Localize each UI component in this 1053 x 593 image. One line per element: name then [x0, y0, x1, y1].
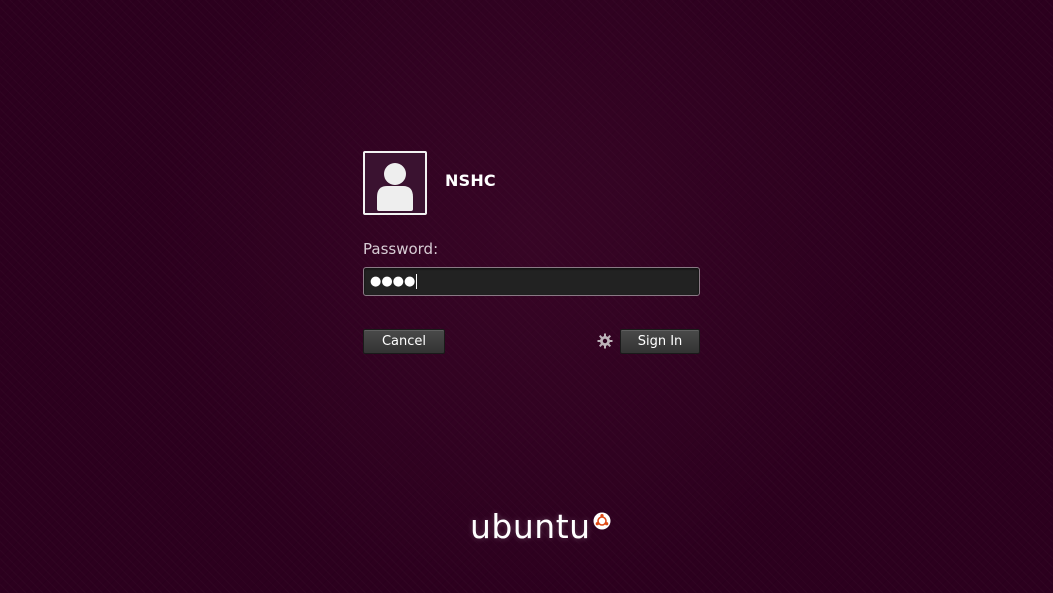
- sign-in-button[interactable]: Sign In: [620, 329, 700, 354]
- gear-icon: [597, 333, 613, 349]
- circle-of-friends-icon: [593, 512, 611, 530]
- user-avatar[interactable]: [363, 151, 427, 215]
- cancel-button[interactable]: Cancel: [363, 329, 445, 354]
- session-gear-button[interactable]: [597, 333, 613, 349]
- user-silhouette-icon: [377, 163, 413, 211]
- username-label: NSHC: [445, 171, 496, 190]
- text-cursor: [416, 274, 418, 289]
- password-field[interactable]: ●●●●: [363, 267, 700, 296]
- login-panel: NSHC Password: ●●●● Cancel Sign In: [363, 151, 700, 356]
- password-masked-value: ●●●●: [370, 274, 416, 289]
- ubuntu-wordmark: ubuntu: [470, 507, 591, 546]
- password-label: Password:: [363, 240, 439, 258]
- ubuntu-logo: ubuntu: [470, 507, 611, 549]
